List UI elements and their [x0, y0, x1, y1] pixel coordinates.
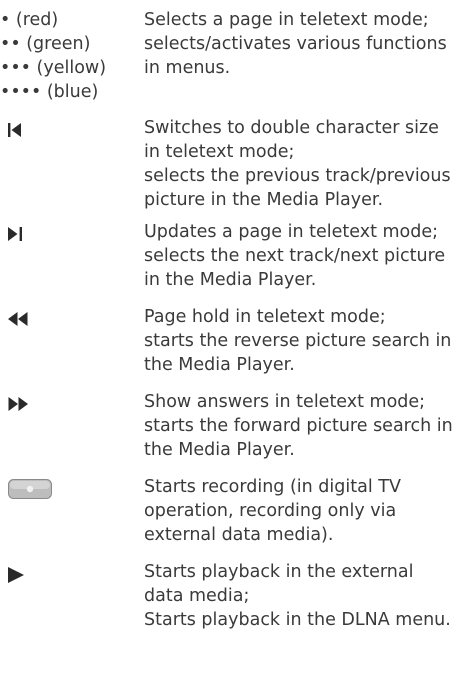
description-line: Selects a page in teletext mode;	[144, 10, 429, 30]
blue-key-label: •••• (blue)	[0, 82, 99, 102]
description-line: starts the forward picture search in	[144, 416, 453, 436]
green-key-label: •• (green)	[0, 34, 91, 54]
description-line: selects the next track/next picture	[144, 246, 446, 266]
description-line: picture in the Media Player.	[144, 190, 384, 210]
description-line: Starts recording (in digital TV	[144, 477, 401, 497]
description-line: starts the reverse picture search in	[144, 331, 452, 351]
color-keys-list: • (red) •• (green) ••• (yellow) •••• (bl…	[0, 8, 106, 104]
description-line: operation, recording only via	[144, 501, 397, 521]
description-line: the Media Player.	[144, 355, 295, 375]
description-line: in menus.	[144, 58, 231, 78]
description-line: Show answers in teletext mode;	[144, 392, 426, 412]
record-description: Starts recording (in digital TV operatio…	[144, 475, 401, 547]
description-line: the Media Player.	[144, 440, 295, 460]
color-keys-description: Selects a page in teletext mode; selects…	[144, 8, 447, 80]
description-line: selects/activates various functions	[144, 34, 447, 54]
fast-forward-icon	[8, 397, 28, 411]
description-line: data media;	[144, 586, 250, 606]
previous-track-icon	[8, 123, 22, 137]
previous-track-description: Switches to double character size in tel…	[144, 116, 451, 212]
description-line: Starts playback in the external	[144, 562, 414, 582]
description-line: in teletext mode;	[144, 142, 295, 162]
description-line: external data media).	[144, 525, 334, 545]
next-track-icon	[8, 227, 22, 241]
play-description: Starts playback in the external data med…	[144, 560, 451, 632]
description-line: Page hold in teletext mode;	[144, 307, 386, 327]
rewind-icon	[8, 312, 28, 326]
description-line: selects the previous track/previous	[144, 166, 451, 186]
play-icon	[8, 567, 24, 583]
next-track-description: Updates a page in teletext mode; selects…	[144, 220, 445, 292]
red-key-label: • (red)	[0, 10, 59, 30]
rewind-description: Page hold in teletext mode; starts the r…	[144, 305, 451, 377]
description-line: Switches to double character size	[144, 118, 439, 138]
description-line: Updates a page in teletext mode;	[144, 222, 439, 242]
description-line: in the Media Player.	[144, 270, 317, 290]
fast-forward-description: Show answers in teletext mode; starts th…	[144, 390, 453, 462]
record-icon	[8, 479, 52, 499]
yellow-key-label: ••• (yellow)	[0, 58, 107, 78]
description-line: Starts playback in the DLNA menu.	[144, 610, 451, 630]
